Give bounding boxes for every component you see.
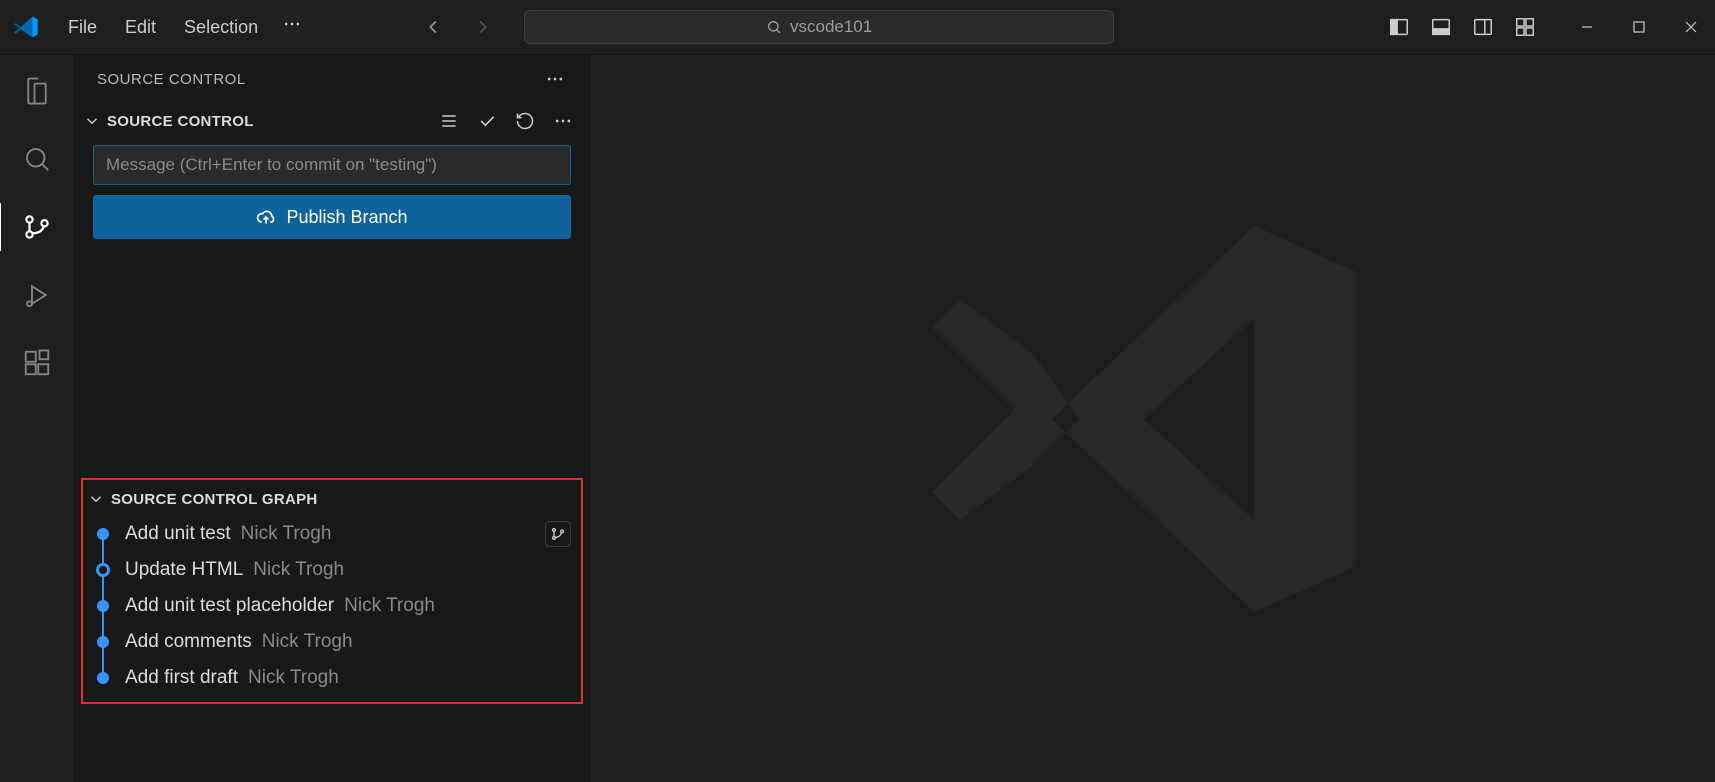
nav-back-icon[interactable]: [422, 15, 446, 39]
activity-explorer-icon[interactable]: [19, 73, 55, 109]
commit-message: Add unit test: [125, 523, 231, 545]
commit-row[interactable]: Add comments Nick Trogh: [83, 624, 581, 660]
panel-title: SOURCE CONTROL: [97, 71, 246, 88]
toggle-primary-sidebar-icon[interactable]: [1387, 15, 1411, 39]
refresh-icon[interactable]: [513, 109, 537, 133]
commit-message: Add first draft: [125, 667, 238, 689]
activity-bar: [0, 55, 75, 782]
cloud-upload-icon: [256, 207, 276, 227]
window-controls: [1575, 15, 1703, 39]
commit-author: Nick Trogh: [241, 523, 332, 545]
activity-run-debug-icon[interactable]: [19, 277, 55, 313]
menu-bar: File Edit Selection: [68, 17, 258, 38]
chevron-down-icon: [83, 112, 101, 130]
commit-node-head-icon: [96, 563, 110, 577]
commit-row[interactable]: Add unit test placeholder Nick Trogh: [83, 588, 581, 624]
commit-node-icon: [97, 600, 109, 612]
branch-picker-icon[interactable]: [545, 521, 571, 547]
menu-edit[interactable]: Edit: [125, 17, 156, 38]
toggle-secondary-sidebar-icon[interactable]: [1471, 15, 1495, 39]
chevron-down-icon: [87, 490, 105, 508]
commit-node-icon: [97, 528, 109, 540]
nav-controls: [422, 15, 494, 39]
window-close-icon[interactable]: [1679, 15, 1703, 39]
window-minimize-icon[interactable]: [1575, 15, 1599, 39]
vscode-logo-icon: [12, 13, 40, 41]
titlebar: File Edit Selection vscode101: [0, 0, 1715, 55]
graph-title: SOURCE CONTROL GRAPH: [111, 491, 318, 508]
menu-overflow-icon[interactable]: [282, 14, 302, 40]
commit-message: Add comments: [125, 631, 252, 653]
publish-branch-label: Publish Branch: [286, 207, 407, 228]
activity-source-control-icon[interactable]: [19, 209, 55, 245]
customize-layout-icon[interactable]: [1513, 15, 1537, 39]
commit-message-input[interactable]: Message (Ctrl+Enter to commit on "testin…: [93, 145, 571, 185]
commit-author: Nick Trogh: [253, 559, 344, 581]
command-center[interactable]: vscode101: [524, 10, 1114, 44]
commit-message-placeholder: Message (Ctrl+Enter to commit on "testin…: [106, 155, 437, 175]
commit-row[interactable]: Add unit test Nick Trogh: [83, 516, 581, 552]
commit-node-icon: [97, 636, 109, 648]
commit-author: Nick Trogh: [344, 595, 435, 617]
commit-author: Nick Trogh: [248, 667, 339, 689]
nav-forward-icon[interactable]: [470, 15, 494, 39]
vscode-watermark-icon: [923, 189, 1383, 649]
menu-file[interactable]: File: [68, 17, 97, 38]
source-control-panel: SOURCE CONTROL SOURCE CONTROL Message (C…: [75, 55, 590, 782]
menu-selection[interactable]: Selection: [184, 17, 258, 38]
window-maximize-icon[interactable]: [1627, 15, 1651, 39]
view-as-tree-icon[interactable]: [437, 109, 461, 133]
panel-more-icon[interactable]: [543, 67, 567, 91]
activity-extensions-icon[interactable]: [19, 345, 55, 381]
commit-check-icon[interactable]: [475, 109, 499, 133]
commit-message: Add unit test placeholder: [125, 595, 334, 617]
source-control-graph-section: SOURCE CONTROL GRAPH Add unit test Nick …: [81, 478, 583, 704]
section-title: SOURCE CONTROL: [107, 113, 254, 130]
editor-area: [590, 55, 1715, 782]
commit-message: Update HTML: [125, 559, 243, 581]
section-more-icon[interactable]: [551, 109, 575, 133]
commit-node-icon: [97, 672, 109, 684]
commit-row[interactable]: Add first draft Nick Trogh: [83, 660, 581, 696]
activity-search-icon[interactable]: [19, 141, 55, 177]
graph-section-header[interactable]: SOURCE CONTROL GRAPH: [83, 480, 581, 516]
toggle-panel-icon[interactable]: [1429, 15, 1453, 39]
commit-author: Nick Trogh: [262, 631, 353, 653]
publish-branch-button[interactable]: Publish Branch: [93, 195, 571, 239]
command-center-label: vscode101: [790, 17, 872, 37]
commit-row[interactable]: Update HTML Nick Trogh: [83, 552, 581, 588]
source-control-section-header[interactable]: SOURCE CONTROL: [75, 103, 589, 139]
